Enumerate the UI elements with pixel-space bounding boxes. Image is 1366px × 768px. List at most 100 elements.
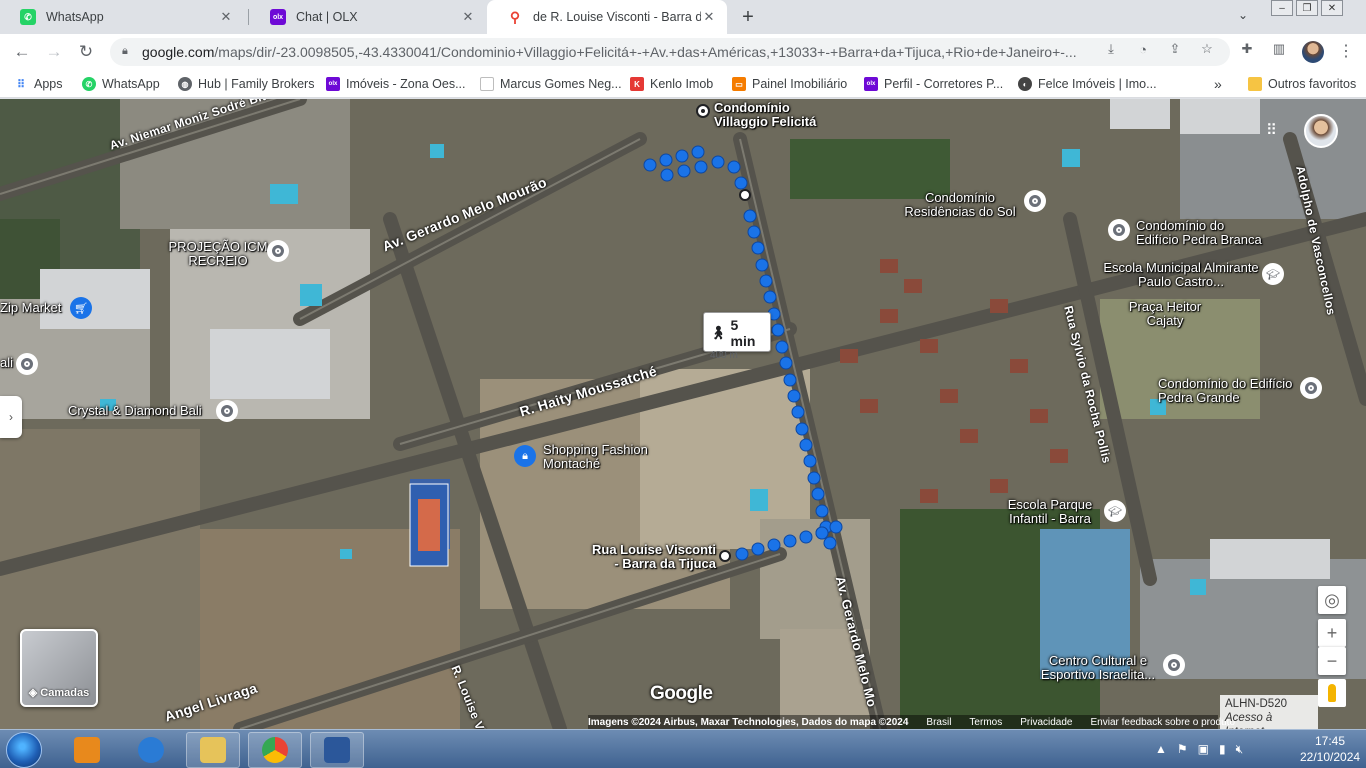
bookmarks-overflow-icon[interactable]: »: [1214, 76, 1222, 92]
bookmark-apps[interactable]: ⠿ Apps: [14, 76, 63, 92]
globe-icon: ◍: [178, 77, 192, 91]
menu-dots-icon[interactable]: ⋮: [1338, 41, 1354, 61]
place-label-bali[interactable]: ali: [0, 356, 13, 370]
network-icon[interactable]: ▮: [1219, 742, 1226, 756]
side-panel-toggle[interactable]: ›: [0, 396, 22, 438]
satellite-map[interactable]: Av. Niemar Moniz Sodré Bitte Av. Gerardo…: [0, 99, 1366, 729]
place-label-pedra-grande[interactable]: Condomínio do Edifício Pedra Grande: [1158, 377, 1298, 405]
new-tab-button[interactable]: +: [736, 5, 760, 29]
account-avatar[interactable]: [1304, 114, 1338, 148]
close-window-icon[interactable]: ✕: [1321, 0, 1343, 16]
network-watermark: ALHN-D520 Acesso à Internet: [1220, 695, 1318, 729]
building-icon[interactable]: [267, 240, 289, 262]
place-label-zip-market[interactable]: Zip Market: [0, 301, 61, 315]
media-player-icon: [74, 737, 100, 763]
place-pin-icon[interactable]: [1024, 190, 1046, 212]
place-label-praca-heitor-cajaty[interactable]: Praça Heitor Cajaty: [1110, 300, 1220, 328]
bookmark-painel-imobiliario[interactable]: ▭ Painel Imobiliário: [732, 76, 847, 92]
place-pin-icon[interactable]: [1163, 654, 1185, 676]
taskbar-media-player[interactable]: [60, 732, 114, 768]
performance-icon[interactable]: ◔: [1134, 40, 1152, 58]
bookmark-imoveis-zona-oeste[interactable]: olx Imóveis - Zona Oes...: [326, 76, 465, 92]
place-label-escola-municipal[interactable]: Escola Municipal Almirante Paulo Castro.…: [1100, 261, 1262, 289]
place-label-rua-louise-visconti[interactable]: Rua Louise Visconti - Barra da Tijuca: [586, 543, 716, 571]
close-icon[interactable]: ✕: [218, 9, 234, 25]
place-label-projecao[interactable]: PROJEÇÃO ICM RECREIO: [168, 240, 268, 268]
zoom-out-button[interactable]: −: [1318, 647, 1346, 675]
taskbar-file-explorer[interactable]: [186, 732, 240, 768]
my-location-icon[interactable]: ◎: [1318, 586, 1346, 614]
taskbar-word[interactable]: [310, 732, 364, 768]
tray-expand-icon[interactable]: ▲: [1155, 742, 1167, 756]
place-pin-icon[interactable]: [216, 400, 238, 422]
place-label-crystal-diamond[interactable]: Crystal & Diamond Bali: [68, 404, 202, 418]
screen: ✆ WhatsApp ✕ olx Chat | OLX ✕ ⚲ de R. Lo…: [0, 0, 1366, 768]
start-button[interactable]: [6, 732, 42, 768]
extensions-icon[interactable]: ✚: [1238, 40, 1256, 58]
place-label-shopping-fashion[interactable]: Shopping Fashion Montaché: [543, 443, 673, 471]
back-arrow-icon[interactable]: ←: [10, 40, 34, 64]
place-label-escola-parque[interactable]: Escola Parque Infantil - Barra: [1000, 498, 1100, 526]
shopping-bag-icon[interactable]: 🔒︎: [514, 445, 536, 467]
place-pin-icon[interactable]: [1108, 219, 1130, 241]
clock[interactable]: 17:45 22/10/2024: [1300, 733, 1360, 765]
device-icon[interactable]: ▣: [1198, 742, 1209, 756]
forward-arrow-icon[interactable]: →: [42, 40, 66, 64]
install-icon[interactable]: ⤓: [1102, 40, 1120, 58]
place-label-residencias-do-sol[interactable]: Condomínio Residências do Sol: [890, 191, 1030, 219]
walking-icon: 🚶︎: [710, 325, 727, 340]
place-pin-icon[interactable]: [1300, 377, 1322, 399]
bookmark-kenlo-imob[interactable]: K Kenlo Imob: [630, 76, 713, 92]
tab-olx-chat[interactable]: olx Chat | OLX ✕: [250, 0, 486, 34]
bookmark-marcus-gomes[interactable]: Marcus Gomes Neg...: [480, 76, 622, 92]
side-panel-icon[interactable]: ▥: [1270, 40, 1288, 58]
school-icon[interactable]: 🎓︎: [1262, 263, 1284, 285]
lock-icon: 🔒︎: [122, 45, 128, 57]
folder-icon: [1248, 77, 1262, 91]
street-view-pegman-icon[interactable]: [1318, 679, 1346, 707]
attribution-link-brasil[interactable]: Brasil: [926, 717, 951, 728]
bookmark-star-icon[interactable]: ☆: [1198, 40, 1216, 58]
zoom-in-button[interactable]: +: [1318, 619, 1346, 647]
place-label-pedra-branca[interactable]: Condomínio do Edifício Pedra Branca: [1136, 219, 1266, 247]
shopping-cart-icon[interactable]: 🛒︎: [70, 297, 92, 319]
taskbar-internet-explorer[interactable]: [124, 732, 178, 768]
flag-icon[interactable]: ⚑: [1177, 742, 1188, 756]
chrome-icon: [262, 737, 288, 763]
bookmarks-bar: ⠿ Apps ✆ WhatsApp ◍ Hub | Family Brokers ol…: [0, 70, 1366, 98]
tab-whatsapp[interactable]: ✆ WhatsApp ✕: [0, 0, 244, 34]
word-icon: [324, 737, 350, 763]
attribution-link-termos[interactable]: Termos: [969, 717, 1002, 728]
layers-button[interactable]: ◈ Camadas: [20, 629, 98, 707]
place-label-centro-cultural[interactable]: Centro Cultural e Esportivo Israelita...: [1034, 654, 1162, 682]
bookmark-whatsapp[interactable]: ✆ WhatsApp: [82, 76, 160, 92]
address-bar[interactable]: 🔒︎ google.com/maps/dir/-23.0098505,-43.4…: [110, 38, 1230, 66]
window-controls: – ❐ ✕: [1268, 0, 1343, 20]
apps-grid-icon: ⠿: [16, 78, 26, 91]
place-pin-icon[interactable]: [16, 353, 38, 375]
kenlo-icon: K: [630, 77, 644, 91]
tab-google-maps[interactable]: ⚲ de R. Louise Visconti - Barra da Tijuc…: [487, 0, 727, 34]
volume-muted-icon[interactable]: 🔇︎: [1236, 742, 1244, 757]
minimize-icon[interactable]: –: [1271, 0, 1293, 16]
google-apps-icon[interactable]: ⠿: [1266, 121, 1277, 139]
place-label-villaggio[interactable]: Condomínio Villaggio Felicitá: [714, 101, 824, 129]
attribution-link-feedback[interactable]: Enviar feedback sobre o produto: [1090, 717, 1235, 728]
bookmark-perfil-corretores[interactable]: olx Perfil - Corretores P...: [864, 76, 1003, 92]
close-icon[interactable]: ✕: [701, 9, 717, 25]
close-icon[interactable]: ✕: [460, 9, 476, 25]
school-icon[interactable]: 🎓︎: [1104, 500, 1126, 522]
bookmark-other-favorites[interactable]: Outros favoritos: [1248, 76, 1356, 92]
taskbar-chrome[interactable]: [248, 732, 302, 768]
tab-search-chevron-icon[interactable]: ⌄: [1238, 8, 1248, 22]
route-duration-badge[interactable]: 🚶︎ 5 min 400 m: [703, 312, 771, 361]
layers-icon: ◈: [28, 687, 41, 699]
bookmark-felce-imoveis[interactable]: ◐ Felce Imóveis | Imo...: [1018, 76, 1157, 92]
attribution-link-privacidade[interactable]: Privacidade: [1020, 717, 1072, 728]
share-icon[interactable]: ⇪: [1166, 40, 1184, 58]
satellite-imagery: [0, 99, 1366, 729]
maximize-icon[interactable]: ❐: [1296, 0, 1318, 16]
reload-icon[interactable]: ↻: [74, 40, 98, 64]
bookmark-hub-family-brokers[interactable]: ◍ Hub | Family Brokers: [178, 76, 314, 92]
profile-avatar[interactable]: [1302, 41, 1324, 63]
